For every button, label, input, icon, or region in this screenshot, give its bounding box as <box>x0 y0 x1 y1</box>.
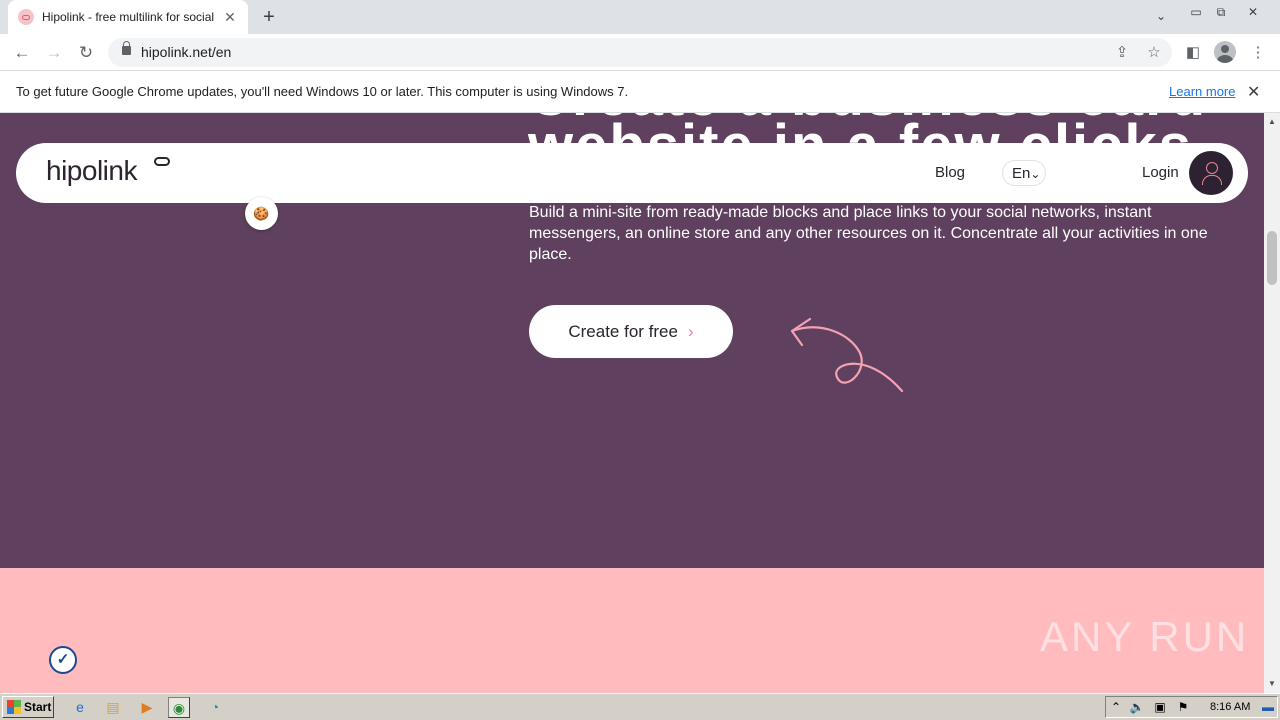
sidepanel-icon[interactable]: ◧ <box>1182 42 1204 64</box>
site-header: hipolink Blog En⌄ Login <box>16 143 1248 203</box>
network-icon[interactable]: ▣ <box>1152 700 1168 714</box>
infobar-message: To get future Google Chrome updates, you… <box>16 84 629 99</box>
media-player-icon[interactable]: ▶ <box>136 697 158 718</box>
volume-icon[interactable]: 🔈 <box>1129 700 1145 714</box>
forward-icon[interactable]: → <box>43 42 65 64</box>
update-infobar: To get future Google Chrome updates, you… <box>0 72 1280 113</box>
browser-tab[interactable]: Hipolink - free multilink for social net… <box>8 0 248 34</box>
hipolink-logo[interactable]: hipolink <box>46 155 137 187</box>
window-close-icon[interactable]: ✕ <box>1243 2 1263 24</box>
tab-search-icon[interactable]: ⌄ <box>1150 6 1172 28</box>
menu-icon[interactable]: ⋮ <box>1247 42 1269 64</box>
start-button[interactable]: Start <box>2 696 54 718</box>
user-account-button[interactable] <box>1189 151 1233 195</box>
nav-blog-link[interactable]: Blog <box>935 164 965 181</box>
address-bar[interactable]: hipolink.net/en ⇪ ☆ <box>108 38 1172 67</box>
minimize-icon[interactable]: ▭ <box>1186 2 1206 24</box>
windows-logo-icon <box>7 700 21 714</box>
verified-badge-icon[interactable]: ✓ <box>49 646 77 674</box>
tray-expand-icon[interactable]: ⌃ <box>1108 700 1124 714</box>
create-for-free-button[interactable]: Create for free › <box>529 305 733 358</box>
login-link[interactable]: Login <box>1142 164 1179 181</box>
infobar-close-icon[interactable]: ✕ <box>1247 82 1260 102</box>
page-scrollbar[interactable]: ▲ ▼ <box>1264 113 1280 693</box>
page-viewport: Create a business card website in a few … <box>0 113 1264 693</box>
tab-strip: Hipolink - free multilink for social net… <box>0 0 1280 34</box>
lock-icon[interactable] <box>122 41 131 55</box>
cookie-icon[interactable]: 🍪 <box>245 197 278 230</box>
hipolink-favicon-icon <box>18 9 34 25</box>
ie-icon[interactable]: e <box>69 697 91 718</box>
show-desktop-icon[interactable]: ▬ <box>1260 700 1276 714</box>
learn-more-link[interactable]: Learn more <box>1169 84 1235 99</box>
windows-taskbar: Start e ▤ ▶ ◉ ◔ ⌃ 🔈 ▣ ⚑ 8:16 AM ▬ <box>0 693 1280 720</box>
logo-mark-icon <box>154 157 170 166</box>
chevron-down-icon: ⌄ <box>1030 167 1041 181</box>
start-label: Start <box>24 700 52 714</box>
reload-icon[interactable]: ↻ <box>75 42 97 64</box>
scrollbar-thumb[interactable] <box>1267 231 1277 285</box>
profile-icon[interactable] <box>1214 41 1236 63</box>
anyrun-watermark: ANY RUN <box>1040 613 1250 660</box>
share-icon[interactable]: ⇪ <box>1113 43 1131 61</box>
language-label: En <box>1012 165 1031 182</box>
chevron-right-icon: › <box>687 321 694 341</box>
action-center-flag-icon[interactable]: ⚑ <box>1175 700 1191 714</box>
arrow-doodle <box>790 317 904 393</box>
language-selector[interactable]: En⌄ <box>1002 160 1046 186</box>
scroll-up-icon[interactable]: ▲ <box>1268 117 1276 126</box>
back-icon[interactable]: ← <box>11 42 33 64</box>
tab-title: Hipolink - free multilink for social net… <box>42 10 217 24</box>
new-tab-button[interactable]: + <box>258 6 280 28</box>
tab-close-icon[interactable]: ✕ <box>222 9 238 26</box>
system-tray: ⌃ 🔈 ▣ ⚑ 8:16 AM ▬ <box>1105 696 1278 718</box>
edge-icon[interactable]: ◔ <box>204 697 226 718</box>
scroll-down-icon[interactable]: ▼ <box>1268 679 1276 688</box>
chrome-taskbar-icon[interactable]: ◉ <box>168 697 190 718</box>
url-text[interactable]: hipolink.net/en <box>141 44 231 60</box>
browser-toolbar: ← → ↻ hipolink.net/en ⇪ ☆ ◧ ⋮ <box>0 34 1280 71</box>
explorer-icon[interactable]: ▤ <box>102 697 124 718</box>
cta-label: Create for free <box>568 321 678 341</box>
hero-description: Build a mini-site from ready-made blocks… <box>529 204 1208 263</box>
star-icon[interactable]: ☆ <box>1145 43 1163 61</box>
restore-icon[interactable]: ⧉ <box>1211 2 1231 24</box>
taskbar-clock[interactable]: 8:16 AM <box>1210 701 1250 713</box>
